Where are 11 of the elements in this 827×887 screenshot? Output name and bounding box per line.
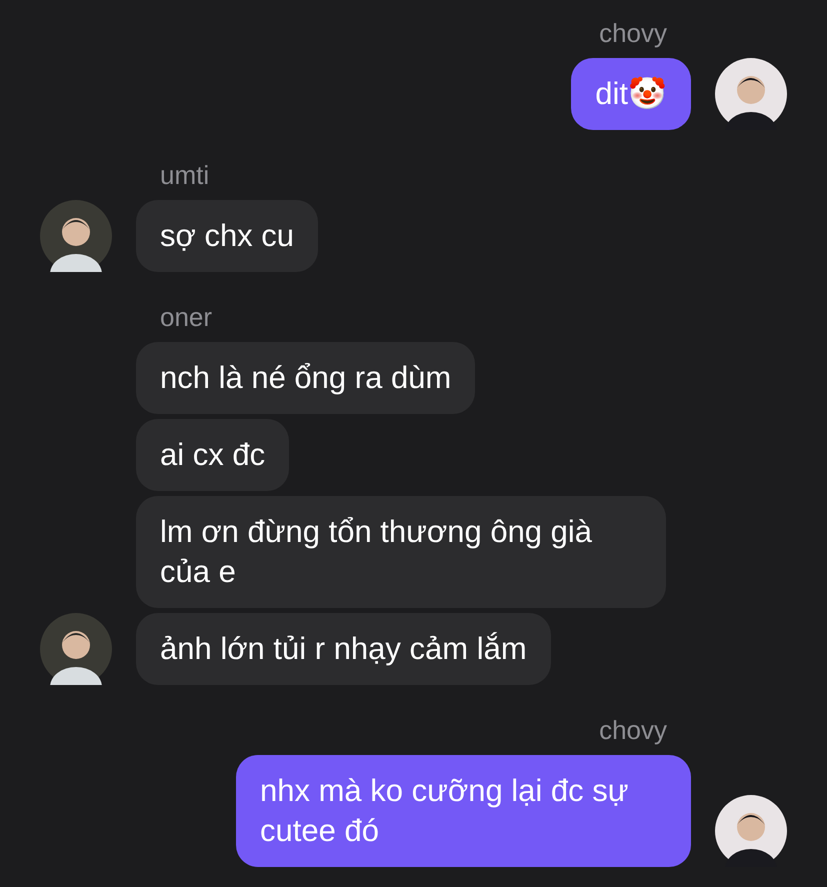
sender-name: chovy xyxy=(599,17,668,50)
sender-name: oner xyxy=(159,301,212,334)
message-bubble: sợ chx cu xyxy=(136,200,318,272)
message-bubble: lm ơn đừng tổn thương ông già của e xyxy=(136,496,666,608)
sender-name: umti xyxy=(159,159,210,192)
message-bubble: ảnh lớn tủi r nhạy cảm lắm xyxy=(136,613,551,685)
message-bubble: ai cx đc xyxy=(136,419,290,491)
message-bubble: nhx mà ko cưỡng lại đc sự cutee đó xyxy=(236,755,691,867)
sender-name: chovy xyxy=(599,714,668,747)
message-bubble: nch là né ổng ra dùm xyxy=(136,342,476,414)
message-bubble: dit🤡 xyxy=(571,58,691,130)
